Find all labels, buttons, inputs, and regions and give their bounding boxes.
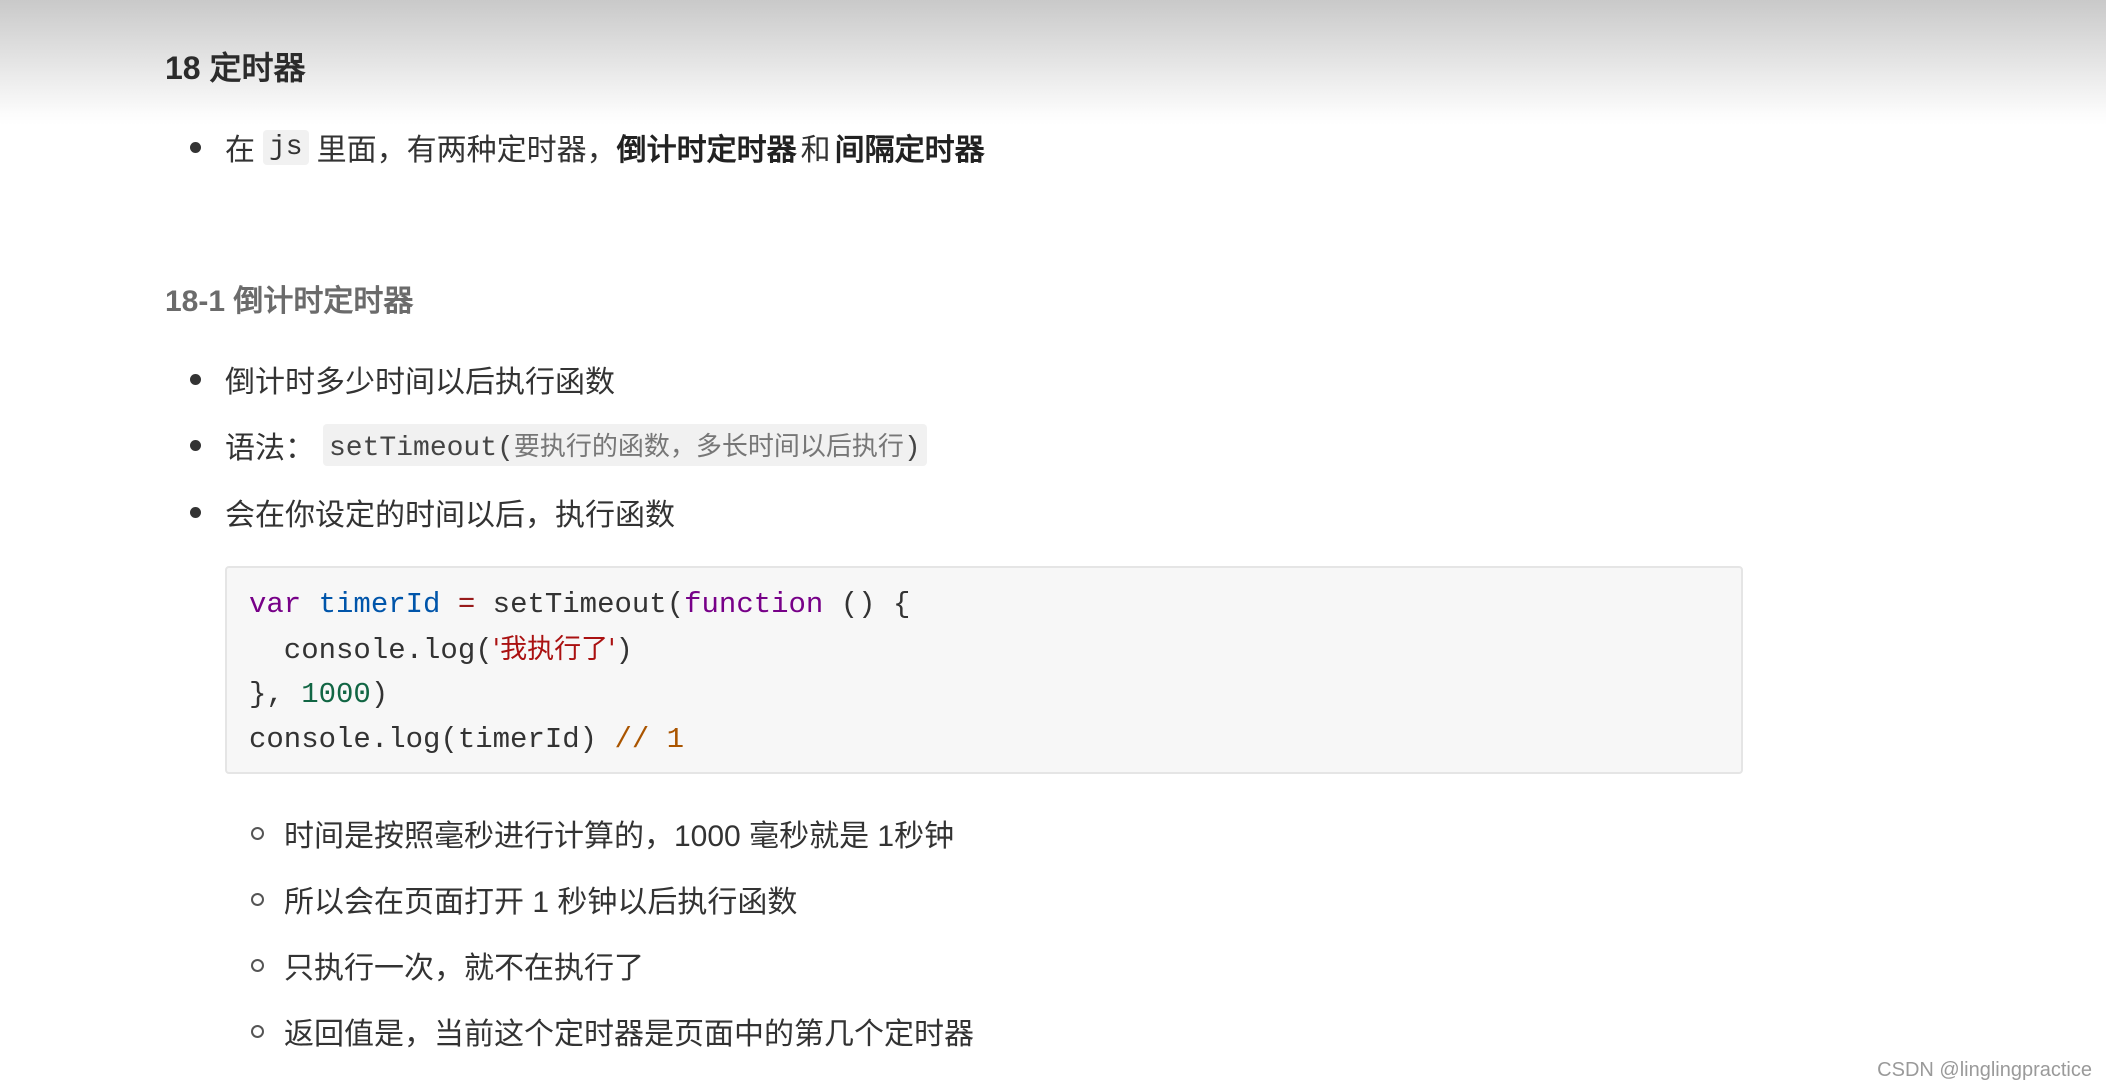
code-text: setTimeout(	[492, 588, 685, 621]
bullet-item: 会在你设定的时间以后，执行函数	[190, 489, 675, 535]
sub-bullet-text: 所以会在页面打开 1 秒钟以后执行函数	[284, 886, 798, 919]
sub-bullet-text: 时间是按照毫秒进行计算的，1000 毫秒就是 1秒钟	[284, 820, 955, 853]
code-keyword: function	[684, 588, 824, 621]
code-string: '我执行了'	[492, 634, 616, 665]
code-comment: // 1	[614, 723, 685, 756]
code-text: console.log(	[249, 634, 493, 667]
bullet-dot-icon	[190, 506, 201, 518]
inline-code-js: js	[263, 129, 309, 165]
code-line: console.log('我执行了')	[249, 627, 1719, 672]
section-heading: 18 定时器	[165, 50, 306, 86]
code-text: console.log(timerId)	[249, 723, 615, 756]
bullet-dot-icon	[190, 373, 201, 385]
circle-bullet-icon	[251, 1024, 264, 1038]
intro-bold-countdown: 倒计时定时器	[616, 134, 797, 167]
intro-bullet: 在 js 里面，有两种定时器， 倒计时定时器 和 间隔定时器	[190, 124, 985, 170]
code-text: )	[370, 678, 389, 711]
intro-text-mid: 里面，有两种定时器，	[316, 134, 617, 167]
bullet-dot-icon	[190, 141, 201, 153]
bullet-dot-icon	[190, 439, 201, 451]
code-number: 1000	[301, 678, 371, 711]
syntax-label: 语法：	[225, 432, 315, 465]
code-variable: timerId	[318, 588, 441, 621]
bullet-item-syntax: 语法： setTimeout(要执行的函数，多长时间以后执行)	[190, 422, 935, 468]
circle-bullet-icon	[251, 826, 264, 840]
intro-text-pre: 在	[225, 134, 255, 167]
bullet-text: 会在你设定的时间以后，执行函数	[225, 499, 675, 532]
circle-bullet-icon	[251, 958, 264, 972]
subsection-heading: 18-1 倒计时定时器	[165, 285, 414, 318]
sub-bullet-item: 只执行一次，就不在执行了	[251, 942, 644, 988]
syntax-code-fn: setTimeout(	[329, 433, 514, 464]
code-keyword: var	[249, 588, 302, 621]
code-text: },	[249, 678, 302, 711]
code-block: var timerId = setTimeout(function () { c…	[225, 566, 1743, 774]
sub-bullet-item: 时间是按照毫秒进行计算的，1000 毫秒就是 1秒钟	[251, 810, 954, 856]
code-text: () {	[840, 588, 911, 621]
circle-bullet-icon	[251, 892, 264, 906]
code-operator: =	[457, 588, 476, 621]
sub-bullet-text: 返回值是，当前这个定时器是页面中的第几个定时器	[284, 1018, 974, 1051]
document-body: 18 定时器 在 js 里面，有两种定时器， 倒计时定时器 和 间隔定时器 18…	[0, 0, 2106, 1092]
bullet-item: 倒计时多少时间以后执行函数	[190, 356, 615, 402]
sub-bullet-item: 返回值是，当前这个定时器是页面中的第几个定时器	[251, 1008, 974, 1054]
syntax-code-args: 要执行的函数，多长时间以后执行	[513, 432, 904, 462]
intro-bold-interval: 间隔定时器	[834, 134, 985, 167]
code-line: console.log(timerId) // 1	[249, 717, 1719, 762]
syntax-code: setTimeout(要执行的函数，多长时间以后执行)	[323, 424, 927, 466]
bullet-text: 倒计时多少时间以后执行函数	[225, 366, 615, 399]
sub-bullet-item: 所以会在页面打开 1 秒钟以后执行函数	[251, 876, 797, 922]
intro-text-and: 和	[800, 134, 831, 167]
code-line: var timerId = setTimeout(function () {	[249, 582, 1719, 627]
watermark: CSDN @linglingpractice	[1877, 1059, 2092, 1081]
code-line: }, 1000)	[249, 672, 1719, 717]
syntax-code-close: )	[903, 433, 921, 464]
sub-bullet-text: 只执行一次，就不在执行了	[284, 952, 644, 985]
code-text: )	[615, 634, 633, 667]
